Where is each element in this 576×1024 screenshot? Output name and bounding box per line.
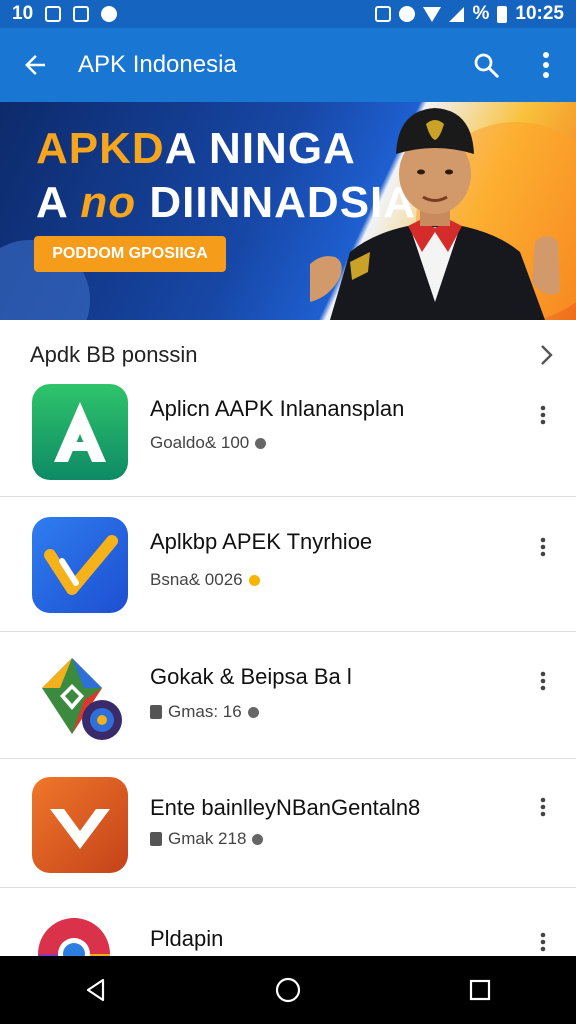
status-dot: [248, 574, 260, 586]
search-button[interactable]: [456, 28, 516, 102]
more-vertical-icon: [540, 537, 546, 557]
status-dot: [247, 706, 259, 718]
system-nav-bar: [0, 956, 576, 1024]
app-meta: Gmak 218: [150, 829, 264, 849]
nav-home-button[interactable]: [248, 956, 328, 1024]
blue-checkmark-app-icon: [32, 517, 128, 613]
green-a-app-icon: [32, 384, 128, 480]
page-title: APK Indonesia: [78, 51, 237, 78]
triangle-back-icon: [86, 978, 105, 1002]
more-vertical-icon: [540, 671, 546, 691]
more-vertical-icon: [543, 52, 549, 78]
app-name: Gokak & Beipsa Ba l: [150, 664, 352, 689]
app-meta: Gmas: 16: [150, 702, 259, 722]
nav-recents-button[interactable]: [440, 956, 520, 1024]
status-time: 10:25: [515, 3, 564, 24]
status-dot: [252, 833, 264, 845]
app-more-button[interactable]: [528, 661, 558, 701]
app-notification-icon: [73, 6, 90, 22]
app-more-button[interactable]: [528, 395, 558, 435]
record-notification-icon: [101, 6, 118, 22]
circle-home-icon: [275, 977, 301, 1003]
chevron-right-icon: [541, 345, 553, 365]
list-item[interactable]: Ente bainlleyNBanGentaln8 Gmak 218: [0, 759, 576, 888]
status-bar: 10 % 10:25: [0, 0, 576, 28]
list-item[interactable]: Aplicn AAPK Inlanansplan Goaldo& 100: [0, 370, 576, 497]
list-item[interactable]: Aplkbp APEK Tnyrhioe Bsna& 0026: [0, 497, 576, 632]
more-vertical-icon: [540, 797, 546, 817]
vibrate-icon: [375, 6, 392, 22]
square-recents-icon: [469, 979, 491, 1001]
app-name: Pldapin: [150, 926, 224, 951]
gallery-notification-icon: [45, 6, 62, 22]
app-meta: Bsna& 0026: [150, 570, 260, 590]
overflow-menu-button[interactable]: [516, 28, 576, 102]
more-vertical-icon: [540, 405, 546, 425]
wifi-icon: [423, 6, 442, 22]
banner-cta-button[interactable]: PODDOM GPOSIIGA: [34, 236, 226, 272]
more-vertical-icon: [540, 932, 546, 952]
app-more-button[interactable]: [528, 527, 558, 567]
status-dot: [255, 437, 267, 449]
list-item[interactable]: Pldapin: [0, 888, 576, 990]
battery-icon: [497, 5, 508, 23]
colorful-diamond-app-icon: [42, 658, 122, 740]
list-item[interactable]: Gokak & Beipsa Ba l Gmas: 16: [0, 632, 576, 759]
lock-icon: [150, 705, 162, 719]
battery-percent: %: [472, 3, 490, 24]
lock-icon: [150, 832, 162, 846]
status-left-time: 10: [12, 3, 34, 24]
search-icon: [474, 53, 499, 78]
app-name: Ente bainlleyNBanGentaln8: [150, 795, 421, 820]
banner-headline-1: APKDA NINGA: [36, 124, 356, 173]
presenter-photo: [310, 108, 560, 320]
app-bar: APK Indonesia: [0, 28, 576, 102]
back-button[interactable]: [0, 28, 70, 102]
app-name: Aplkbp APEK Tnyrhioe: [150, 529, 373, 554]
section-title: Apdk BB ponssin: [30, 342, 198, 367]
arrow-left-icon: [25, 55, 45, 75]
app-more-button[interactable]: [528, 787, 558, 827]
nav-back-button[interactable]: [56, 956, 136, 1024]
app-name: Aplicn AAPK Inlanansplan: [150, 396, 405, 421]
app-meta: Goaldo& 100: [150, 433, 267, 453]
alarm-icon: [399, 6, 416, 22]
signal-icon: [449, 6, 465, 22]
promo-banner[interactable]: APKDA NINGA A no DIINNADSIA PODDOM GPOSI…: [0, 102, 576, 320]
orange-v-app-icon: [32, 777, 128, 873]
